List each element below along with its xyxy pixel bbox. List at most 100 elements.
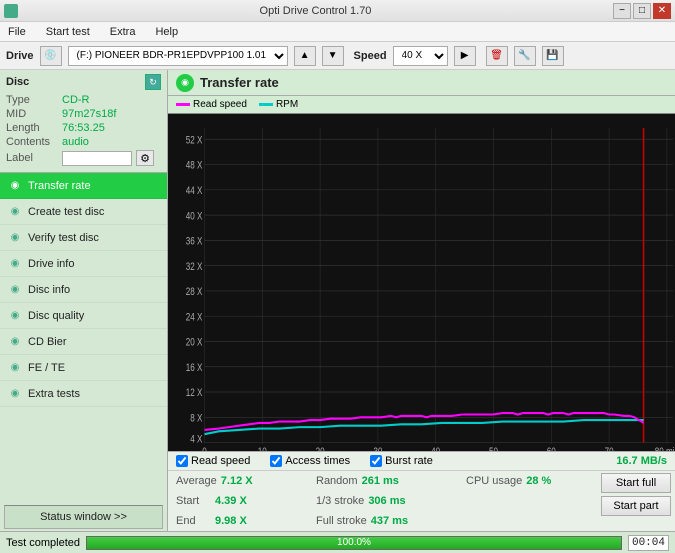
time-display: 00:04 <box>628 535 669 551</box>
menu-bar: File Start test Extra Help <box>0 22 675 42</box>
speed-apply-button[interactable]: ▶ <box>454 46 476 66</box>
progress-text: 100.0% <box>87 537 621 549</box>
read-speed-checkbox-item[interactable]: Read speed <box>176 455 250 467</box>
nav-item-cd-bier[interactable]: ◉ CD Bier <box>0 329 167 355</box>
chart-svg: 52 X 48 X 44 X 40 X 36 X 32 X 28 X 24 X … <box>168 114 675 451</box>
read-speed-checkbox[interactable] <box>176 455 188 467</box>
start-label: Start <box>176 495 211 507</box>
start-full-button[interactable]: Start full <box>601 473 671 493</box>
disc-quality-icon: ◉ <box>8 309 22 323</box>
disc-label-button[interactable]: ⚙ <box>136 150 154 166</box>
svg-text:48 X: 48 X <box>186 160 203 173</box>
speed-select[interactable]: 40 X <box>393 46 448 66</box>
disc-contents-value: audio <box>62 136 89 148</box>
disc-info-icon: ◉ <box>8 283 22 297</box>
disc-header: Disc ↻ <box>6 74 161 90</box>
read-speed-checkbox-label: Read speed <box>191 455 250 467</box>
disc-type-label: Type <box>6 94 58 106</box>
burst-rate-checkbox-item[interactable]: Burst rate <box>370 455 433 467</box>
access-times-checkbox-item[interactable]: Access times <box>270 455 350 467</box>
disc-contents-label: Contents <box>6 136 58 148</box>
svg-text:8 X: 8 X <box>190 412 203 425</box>
svg-text:20 X: 20 X <box>186 337 203 350</box>
nav-item-create-test-disc[interactable]: ◉ Create test disc <box>0 199 167 225</box>
svg-text:50: 50 <box>489 446 498 451</box>
menu-extra[interactable]: Extra <box>106 24 140 40</box>
save-button[interactable]: 💾 <box>542 46 564 66</box>
svg-text:44 X: 44 X <box>186 185 203 198</box>
app-icon <box>4 4 18 18</box>
nav-item-fe-te-label: FE / TE <box>28 362 65 374</box>
nav-item-fe-te[interactable]: ◉ FE / TE <box>0 355 167 381</box>
cpu-usage-label: CPU usage <box>466 475 522 487</box>
burst-rate-checkbox[interactable] <box>370 455 382 467</box>
full-stroke-value: 437 ms <box>371 515 411 527</box>
menu-start-test[interactable]: Start test <box>42 24 94 40</box>
stats-area: Read speed Access times Burst rate 16.7 … <box>168 451 675 531</box>
burst-rate-checkbox-label: Burst rate <box>385 455 433 467</box>
sidebar: Disc ↻ Type CD-R MID 97m27s18f Length 76… <box>0 70 168 531</box>
start-value: 4.39 X <box>215 495 255 507</box>
title-bar-left <box>4 4 18 18</box>
fe-te-icon: ◉ <box>8 361 22 375</box>
read-speed-color <box>176 103 190 106</box>
svg-text:36 X: 36 X <box>186 235 203 248</box>
legend-read-speed-label: Read speed <box>193 99 247 110</box>
legend-read-speed: Read speed <box>176 99 247 110</box>
disc-section: Disc ↻ Type CD-R MID 97m27s18f Length 76… <box>0 70 167 173</box>
menu-help[interactable]: Help <box>151 24 182 40</box>
close-button[interactable]: ✕ <box>653 3 671 19</box>
svg-text:40 X: 40 X <box>186 210 203 223</box>
disc-type-value: CD-R <box>62 94 90 106</box>
svg-text:4 X: 4 X <box>190 433 203 446</box>
nav-item-disc-quality[interactable]: ◉ Disc quality <box>0 303 167 329</box>
stats-row-2: Start 4.39 X 1/3 stroke 306 ms <box>168 491 597 511</box>
action-buttons: Start full Start part <box>597 471 675 531</box>
legend-rpm-label: RPM <box>276 99 298 110</box>
bottom-bar: Test completed 100.0% 00:04 <box>0 531 675 553</box>
average-label: Average <box>176 475 217 487</box>
nav-item-extra-tests[interactable]: ◉ Extra tests <box>0 381 167 407</box>
menu-file[interactable]: File <box>4 24 30 40</box>
svg-text:0: 0 <box>202 446 207 451</box>
drive-up-button[interactable]: ▲ <box>294 46 316 66</box>
nav-item-disc-info[interactable]: ◉ Disc info <box>0 277 167 303</box>
svg-text:30: 30 <box>373 446 382 451</box>
nav-item-transfer-rate[interactable]: ◉ Transfer rate <box>0 173 167 199</box>
disc-mid-value: 97m27s18f <box>62 108 116 120</box>
disc-mid-label: MID <box>6 108 58 120</box>
nav-item-drive-info[interactable]: ◉ Drive info <box>0 251 167 277</box>
random-label: Random <box>316 475 358 487</box>
disc-label-input[interactable] <box>62 151 132 166</box>
nav-item-extra-tests-label: Extra tests <box>28 388 80 400</box>
maximize-button[interactable]: □ <box>633 3 651 19</box>
svg-text:16 X: 16 X <box>186 362 203 375</box>
stats-bottom: Average 7.12 X Random 261 ms CPU usage 2… <box>168 471 675 531</box>
end-label: End <box>176 515 211 527</box>
one-third-label: 1/3 stroke <box>316 495 364 507</box>
nav-item-verify-test-disc[interactable]: ◉ Verify test disc <box>0 225 167 251</box>
drive-icon: 💿 <box>40 46 62 66</box>
chart-area: 52 X 48 X 44 X 40 X 36 X 32 X 28 X 24 X … <box>168 114 675 451</box>
svg-text:40: 40 <box>431 446 440 451</box>
minimize-button[interactable]: − <box>613 3 631 19</box>
nav-item-disc-info-label: Disc info <box>28 284 70 296</box>
options-button[interactable]: 🔧 <box>514 46 536 66</box>
extra-tests-icon: ◉ <box>8 387 22 401</box>
drive-down-button[interactable]: ▼ <box>322 46 344 66</box>
create-test-disc-icon: ◉ <box>8 205 22 219</box>
stats-row-3: End 9.98 X Full stroke 437 ms <box>168 511 597 531</box>
chart-title: Transfer rate <box>200 75 279 90</box>
status-window-button[interactable]: Status window >> <box>4 505 163 529</box>
window-controls: − □ ✕ <box>613 3 671 19</box>
disc-refresh-button[interactable]: ↻ <box>145 74 161 90</box>
drive-info-icon: ◉ <box>8 257 22 271</box>
disc-length-value: 76:53.25 <box>62 122 105 134</box>
svg-text:24 X: 24 X <box>186 311 203 324</box>
erase-button[interactable]: 🗑 <box>486 46 508 66</box>
nav-items: ◉ Transfer rate ◉ Create test disc ◉ Ver… <box>0 173 167 503</box>
drive-select[interactable]: (F:) PIONEER BDR-PR1EPDVPP100 1.01 <box>68 46 288 66</box>
start-part-button[interactable]: Start part <box>601 496 671 516</box>
access-times-checkbox[interactable] <box>270 455 282 467</box>
svg-text:28 X: 28 X <box>186 286 203 299</box>
